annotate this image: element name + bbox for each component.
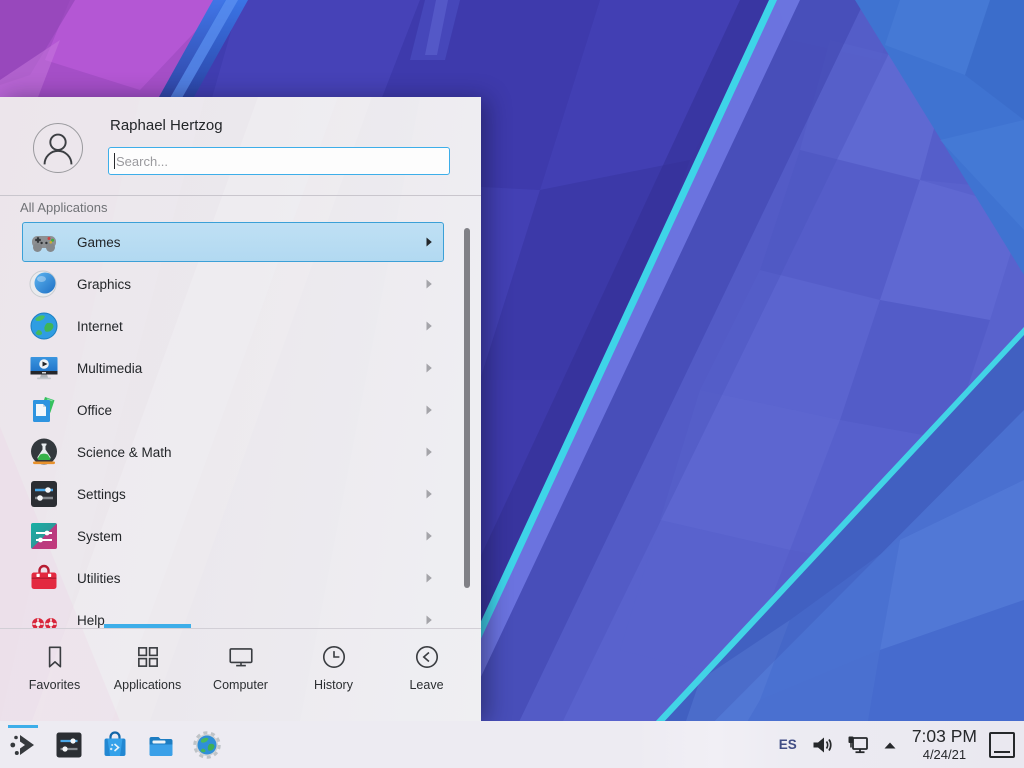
section-label: All Applications	[20, 200, 107, 215]
discover-icon	[100, 730, 130, 760]
launcher-tab-bar: Favorites Applications Computer History Leav…	[0, 629, 481, 721]
category-item-system[interactable]: System	[22, 516, 444, 556]
utilities-icon	[28, 562, 60, 594]
user-avatar	[33, 123, 83, 173]
category-label: Science & Math	[77, 445, 172, 460]
office-icon	[28, 394, 60, 426]
tab-favorites[interactable]: Favorites	[8, 629, 101, 721]
clock-date: 4/24/21	[912, 748, 977, 761]
submenu-arrow-icon	[425, 572, 433, 584]
volume-icon[interactable]	[810, 733, 834, 757]
category-label: Utilities	[77, 571, 121, 586]
category-item-games[interactable]: Games	[22, 222, 444, 262]
category-label: Internet	[77, 319, 123, 334]
favorites-icon	[41, 643, 69, 671]
search-field-wrap	[108, 147, 450, 175]
applications-icon	[134, 643, 162, 671]
taskbar-button-file-manager[interactable]	[146, 730, 176, 760]
category-item-multimedia[interactable]: Multimedia	[22, 348, 444, 388]
taskbar-button-application-launcher[interactable]	[8, 730, 38, 760]
taskbar-button-discover-software-center[interactable]	[100, 730, 130, 760]
clock-time: 7:03 PM	[912, 728, 977, 746]
tab-applications[interactable]: Applications	[101, 629, 194, 721]
internet-icon	[28, 310, 60, 342]
tab-computer[interactable]: Computer	[194, 629, 287, 721]
system-settings-icon	[54, 730, 84, 760]
tab-label: Applications	[114, 678, 181, 692]
submenu-arrow-icon	[425, 404, 433, 416]
submenu-arrow-icon	[425, 446, 433, 458]
launcher-header: Raphael Hertzog	[0, 97, 481, 195]
leave-icon	[413, 643, 441, 671]
science-icon	[28, 436, 60, 468]
tab-history[interactable]: History	[287, 629, 380, 721]
desktop: Raphael Hertzog All Applications Games Gr…	[0, 0, 1024, 768]
submenu-arrow-icon	[425, 362, 433, 374]
category-label: Games	[77, 235, 121, 250]
tab-leave[interactable]: Leave	[380, 629, 473, 721]
settings-icon	[28, 478, 60, 510]
taskbar: ES 7:03 PM 4/24/21	[0, 721, 1024, 768]
category-item-settings[interactable]: Settings	[22, 474, 444, 514]
kickoff-icon	[8, 730, 38, 760]
scrollbar[interactable]	[464, 228, 470, 588]
search-input[interactable]	[108, 147, 450, 175]
tab-label: History	[314, 678, 353, 692]
history-icon	[320, 643, 348, 671]
show-desktop-button[interactable]	[989, 732, 1015, 758]
digital-clock[interactable]: 7:03 PM 4/24/21	[912, 728, 977, 761]
category-item-internet[interactable]: Internet	[22, 306, 444, 346]
submenu-arrow-icon	[425, 278, 433, 290]
submenu-arrow-icon	[425, 488, 433, 500]
user-avatar-icon	[34, 124, 82, 172]
application-launcher-menu: Raphael Hertzog All Applications Games Gr…	[0, 97, 481, 721]
graphics-icon	[28, 268, 60, 300]
category-item-utilities[interactable]: Utilities	[22, 558, 444, 598]
submenu-arrow-icon	[425, 530, 433, 542]
category-list: Games Graphics Internet Multimedia Office Sci…	[22, 222, 444, 628]
category-item-graphics[interactable]: Graphics	[22, 264, 444, 304]
tab-label: Leave	[409, 678, 443, 692]
tab-label: Favorites	[29, 678, 80, 692]
taskbar-button-system-settings[interactable]	[54, 730, 84, 760]
header-divider	[0, 195, 481, 196]
keyboard-layout-indicator[interactable]: ES	[779, 737, 797, 752]
system-icon	[28, 520, 60, 552]
expand-tray-icon[interactable]	[882, 737, 898, 753]
submenu-arrow-icon	[425, 614, 433, 626]
taskbar-launchers	[8, 721, 222, 768]
tray-icons	[810, 733, 910, 757]
category-item-help[interactable]: Help	[22, 600, 444, 628]
help-icon	[28, 604, 60, 628]
tab-label: Computer	[213, 678, 268, 692]
category-label: Settings	[77, 487, 126, 502]
browser-icon	[192, 730, 222, 760]
submenu-arrow-icon	[425, 320, 433, 332]
category-item-science-math[interactable]: Science & Math	[22, 432, 444, 472]
category-label: Office	[77, 403, 112, 418]
taskbar-button-web-browser[interactable]	[192, 730, 222, 760]
user-name: Raphael Hertzog	[110, 117, 223, 134]
system-tray: ES 7:03 PM 4/24/21	[779, 721, 1024, 768]
multimedia-icon	[28, 352, 60, 384]
category-label: Help	[77, 613, 105, 628]
category-label: System	[77, 529, 122, 544]
category-label: Graphics	[77, 277, 131, 292]
network-icon[interactable]	[846, 733, 870, 757]
computer-icon	[227, 643, 255, 671]
games-icon	[28, 226, 60, 258]
category-item-office[interactable]: Office	[22, 390, 444, 430]
dolphin-icon	[146, 730, 176, 760]
text-cursor	[114, 153, 115, 169]
submenu-arrow-icon	[425, 236, 433, 248]
category-label: Multimedia	[77, 361, 142, 376]
